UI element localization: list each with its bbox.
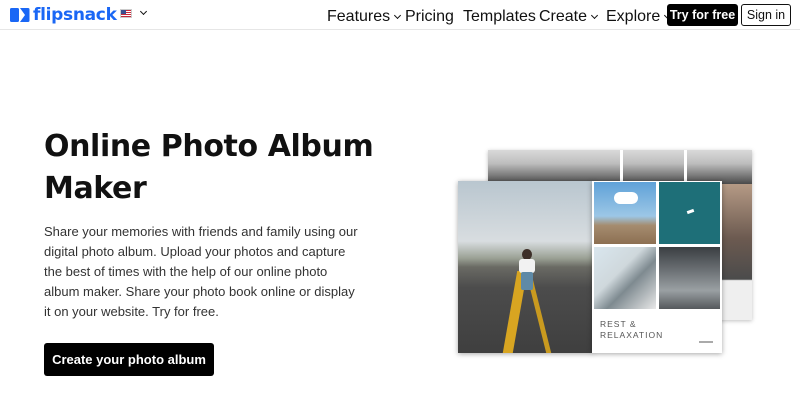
album-photo-sea xyxy=(659,182,720,244)
top-navigation-bar: flipsnack Features Pricing Templates Cre… xyxy=(0,0,800,30)
nav-label: Features xyxy=(327,8,391,25)
brand-name: flipsnack xyxy=(33,5,117,25)
nav-label: Templates xyxy=(463,8,536,25)
us-flag-icon xyxy=(120,9,132,18)
hero-description: Share your memories with friends and fam… xyxy=(44,224,358,319)
album-back-side-photo xyxy=(720,184,752,320)
album-caption: REST & RELAXATION xyxy=(600,319,664,340)
nav-label: Explore xyxy=(606,8,661,25)
album-right-page: REST & RELAXATION xyxy=(592,181,722,353)
page-title: Online Photo Album Maker xyxy=(44,129,374,206)
nav-templates[interactable]: Templates xyxy=(463,8,536,26)
nav-explore[interactable]: Explore xyxy=(606,8,672,26)
language-selector[interactable] xyxy=(120,7,148,18)
flipsnack-logo[interactable]: flipsnack xyxy=(10,4,117,26)
album-photo-sky xyxy=(594,182,656,244)
person-on-road xyxy=(516,249,538,293)
album-left-page-photo xyxy=(458,181,593,353)
album-photo-friends xyxy=(659,247,720,309)
nav-create[interactable]: Create xyxy=(539,8,599,26)
photo-album-illustration: REST & RELAXATION xyxy=(455,148,755,358)
chevron-down-icon xyxy=(394,11,402,19)
flipsnack-logo-icon xyxy=(10,8,30,22)
nav-label: Pricing xyxy=(405,8,454,25)
nav-pricing[interactable]: Pricing xyxy=(405,8,454,26)
create-photo-album-button[interactable]: Create your photo album xyxy=(44,343,214,376)
sign-in-button[interactable]: Sign in xyxy=(741,4,791,26)
chevron-down-icon xyxy=(590,11,599,19)
nav-label: Create xyxy=(539,8,588,25)
nav-features[interactable]: Features xyxy=(327,8,402,26)
album-photo-boat xyxy=(594,247,656,309)
chevron-down-icon xyxy=(139,7,148,16)
album-back-photos xyxy=(488,150,752,184)
try-for-free-button[interactable]: Try for free xyxy=(667,4,738,26)
